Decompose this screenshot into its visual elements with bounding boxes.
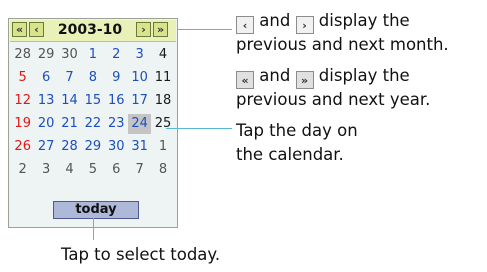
year-nav-callout-line1: « and » display the — [236, 66, 410, 89]
month-label: 2003-10 — [57, 22, 123, 38]
callout-and-text: and — [259, 11, 291, 30]
calendar-day[interactable]: 20 — [34, 114, 57, 134]
calendar-day[interactable]: 14 — [58, 91, 81, 111]
month-nav-leader — [178, 29, 232, 30]
calendar-day[interactable]: 2 — [105, 45, 128, 65]
day-leader — [166, 128, 232, 129]
calendar-day[interactable]: 24 — [127, 114, 152, 134]
callout-and-text: and — [259, 66, 291, 85]
calendar-day[interactable]: 2 — [11, 160, 34, 180]
calendar-day[interactable]: 18 — [151, 91, 174, 111]
double-right-arrow-icon: » — [295, 71, 314, 89]
month-nav-callout-line2: previous and next month. — [236, 35, 449, 54]
calendar-day[interactable]: 11 — [151, 68, 174, 88]
next-year-button[interactable]: » — [153, 22, 168, 37]
calendar-day[interactable]: 3 — [128, 45, 151, 65]
right-arrow-icon: › — [141, 23, 146, 36]
calendar-day[interactable]: 6 — [105, 160, 128, 180]
calendar-day[interactable]: 21 — [58, 114, 81, 134]
calendar-day[interactable]: 28 — [58, 137, 81, 157]
next-month-button[interactable]: › — [136, 22, 151, 37]
calendar-day[interactable]: 5 — [11, 68, 34, 88]
right-arrow-icon: › — [295, 16, 314, 34]
calendar-day[interactable]: 31 — [128, 137, 151, 157]
today-leader — [93, 218, 94, 240]
figure: « ‹ 2003-10 › » 28 29 30 1 2 3 4 5 6 7 8 9 10 11 12 13 1… — [0, 0, 487, 272]
calendar-day[interactable]: 29 — [81, 137, 104, 157]
day-grid: 28 29 30 1 2 3 4 5 6 7 8 9 10 11 12 13 14 15 16 17 18 19 20 21 2… — [11, 45, 176, 183]
calendar-day[interactable]: 13 — [34, 91, 57, 111]
calendar-day[interactable]: 3 — [34, 160, 57, 180]
calendar-day[interactable]: 16 — [105, 91, 128, 111]
calendar-day[interactable]: 9 — [105, 68, 128, 88]
callout-text: display the — [318, 11, 410, 30]
today-button[interactable]: today — [53, 201, 139, 219]
double-left-arrow-icon: « — [236, 71, 254, 89]
calendar-day[interactable]: 28 — [11, 45, 34, 65]
calendar-day[interactable]: 15 — [81, 91, 104, 111]
double-left-arrow-icon: « — [15, 23, 24, 36]
calendar-day[interactable]: 4 — [58, 160, 81, 180]
calendar-day[interactable]: 19 — [11, 114, 34, 134]
calendar-day[interactable]: 17 — [128, 91, 151, 111]
calendar-day[interactable]: 29 — [34, 45, 57, 65]
year-nav-callout-line2: previous and next year. — [236, 90, 431, 109]
left-arrow-icon: ‹ — [236, 16, 254, 34]
left-arrow-icon: ‹ — [34, 23, 39, 36]
calendar-day[interactable]: 12 — [11, 91, 34, 111]
week-row: 12 13 14 15 16 17 18 — [11, 91, 176, 114]
calendar-day[interactable]: 22 — [81, 114, 104, 134]
double-right-arrow-icon: » — [156, 23, 165, 36]
calendar-day[interactable]: 4 — [151, 45, 174, 65]
calendar-day[interactable]: 23 — [105, 114, 128, 134]
calendar-day[interactable]: 7 — [128, 160, 151, 180]
calendar-header: « ‹ 2003-10 › » — [10, 20, 176, 42]
month-nav-callout-line1: ‹ and › display the — [236, 11, 410, 34]
calendar-day[interactable]: 7 — [58, 68, 81, 88]
calendar-day[interactable]: 30 — [105, 137, 128, 157]
calendar-day[interactable]: 26 — [11, 137, 34, 157]
tap-today-callout: Tap to select today. — [61, 245, 221, 264]
week-row: 5 6 7 8 9 10 11 — [11, 68, 176, 91]
calendar-day[interactable]: 30 — [58, 45, 81, 65]
calendar-day[interactable]: 8 — [151, 160, 174, 180]
calendar-day[interactable]: 5 — [81, 160, 104, 180]
calendar-widget: « ‹ 2003-10 › » 28 29 30 1 2 3 4 5 6 7 8 9 10 11 12 13 1… — [8, 18, 178, 228]
calendar-day[interactable]: 1 — [151, 137, 174, 157]
prev-month-button[interactable]: ‹ — [29, 22, 44, 37]
calendar-day[interactable]: 1 — [81, 45, 104, 65]
calendar-day[interactable]: 10 — [128, 68, 151, 88]
week-row: 2345678 — [11, 160, 176, 183]
prev-year-button[interactable]: « — [12, 22, 27, 37]
calendar-day[interactable]: 27 — [34, 137, 57, 157]
calendar-day[interactable]: 25 — [151, 114, 174, 134]
week-row: 26 27 28 29 30 31 1 — [11, 137, 176, 160]
tap-day-callout-line1: Tap the day on — [236, 121, 358, 140]
callout-text: display the — [318, 66, 410, 85]
tap-day-callout-line2: the calendar. — [236, 145, 344, 164]
week-row: 28 29 30 1 2 3 4 — [11, 45, 176, 68]
week-row: 19 20 21 22 23 24 25 — [11, 114, 176, 137]
calendar-day[interactable]: 8 — [81, 68, 104, 88]
calendar-day[interactable]: 6 — [34, 68, 57, 88]
